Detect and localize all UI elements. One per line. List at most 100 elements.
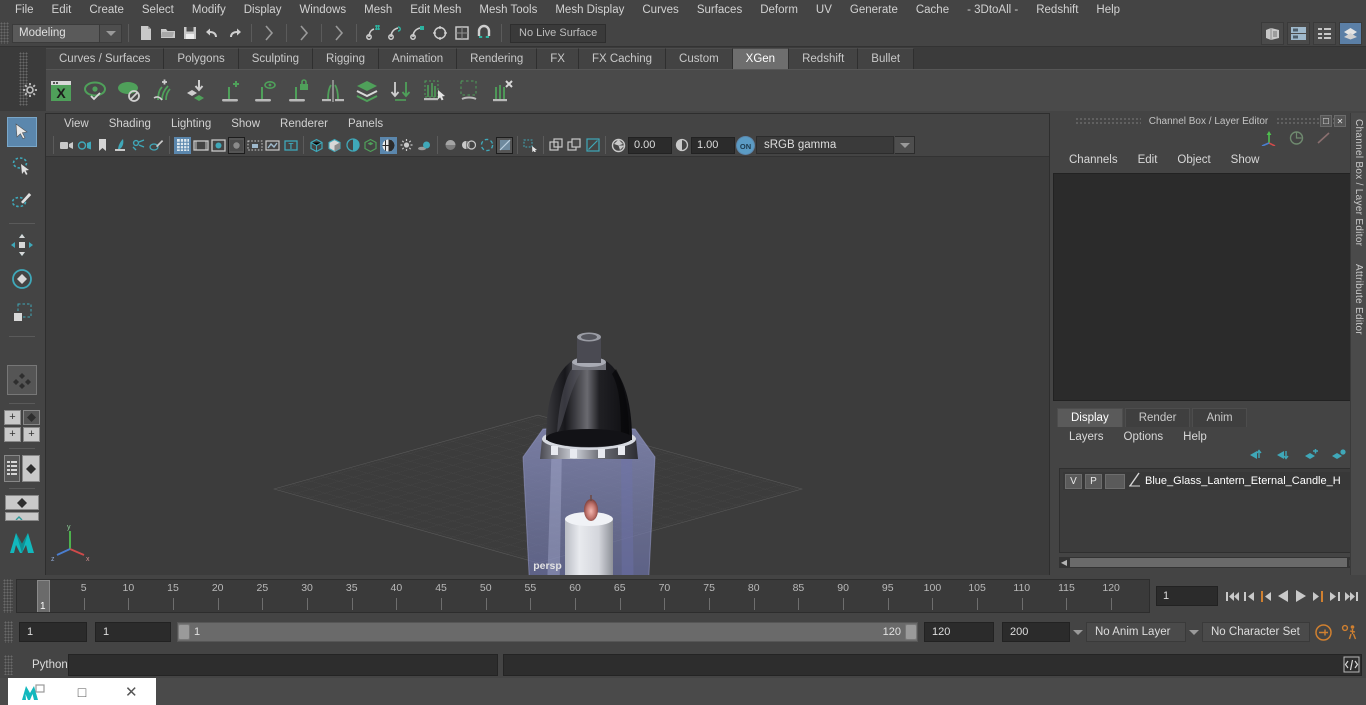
shelf-tab-bullet[interactable]: Bullet	[858, 48, 915, 69]
outliner-icon[interactable]	[1313, 22, 1336, 45]
new-scene-icon[interactable]	[135, 22, 157, 44]
grid-icon[interactable]	[174, 136, 191, 154]
move-layer-up-icon[interactable]	[1250, 448, 1265, 464]
menu-uv[interactable]: UV	[807, 0, 841, 20]
menu-edit-mesh[interactable]: Edit Mesh	[401, 0, 470, 20]
axis-orientation-icon[interactable]	[1260, 130, 1278, 149]
menu-deform[interactable]: Deform	[751, 0, 807, 20]
move-tool[interactable]	[7, 230, 37, 260]
select-by-component-icon[interactable]	[328, 22, 350, 44]
wireframe-icon[interactable]	[308, 137, 325, 154]
range-end-field[interactable]: 200	[1002, 622, 1070, 642]
character-set-dropdown-arrow[interactable]	[1186, 622, 1202, 642]
object-xray-icon[interactable]	[522, 137, 539, 154]
script-editor-icon[interactable]	[1343, 656, 1360, 676]
textured-icon[interactable]	[362, 137, 379, 154]
layout-quad-icon[interactable]	[7, 365, 37, 395]
shelf-tab-fx-caching[interactable]: FX Caching	[578, 48, 667, 69]
menu-curves[interactable]: Curves	[633, 0, 687, 20]
camera-attributes-icon[interactable]	[76, 137, 93, 154]
select-tool[interactable]	[7, 117, 37, 147]
layout-outliner-persp-icon[interactable]	[22, 455, 40, 482]
anim-end-field[interactable]: 120	[924, 622, 994, 642]
panel-copy-icon[interactable]	[548, 137, 565, 154]
shaded-wireframe-icon[interactable]	[344, 137, 361, 154]
layer-color-swatch[interactable]	[1105, 473, 1125, 489]
redo-icon[interactable]	[223, 22, 245, 44]
dock-grip[interactable]	[1074, 117, 1141, 125]
menu-3dtoall[interactable]: - 3DtoAll -	[958, 0, 1027, 20]
command-output[interactable]	[503, 654, 1362, 676]
preview-description-icon[interactable]	[250, 76, 280, 106]
scroll-thumb[interactable]	[1070, 558, 1347, 567]
viewport-menu-show[interactable]: Show	[221, 114, 270, 134]
shelf-tab-animation[interactable]: Animation	[379, 48, 458, 69]
lock-description-icon[interactable]	[284, 76, 314, 106]
ambient-occlusion-icon[interactable]	[442, 137, 459, 154]
transfer-attributes-icon[interactable]	[386, 76, 416, 106]
gamma-icon[interactable]	[673, 137, 690, 154]
undo-icon[interactable]	[201, 22, 223, 44]
xgen-editor-icon[interactable]: X	[46, 76, 76, 106]
menu-select[interactable]: Select	[133, 0, 183, 20]
current-time-indicator[interactable]: 1	[37, 580, 50, 612]
menu-windows[interactable]: Windows	[290, 0, 355, 20]
command-language-label[interactable]: Python	[16, 659, 68, 671]
shelf-tab-fx[interactable]: FX	[537, 48, 579, 69]
play-forwards-icon[interactable]	[1292, 585, 1309, 607]
magnet-icon[interactable]	[473, 22, 495, 44]
paint-select-tool[interactable]	[7, 185, 37, 215]
range-slider-track[interactable]: 1 120	[177, 622, 918, 642]
hypershade-icon[interactable]	[1287, 22, 1310, 45]
command-input[interactable]	[68, 654, 498, 676]
anim-layer-dropdown-arrow[interactable]	[1070, 622, 1086, 642]
step-forward-frame-icon[interactable]	[1309, 585, 1326, 607]
close-window-button[interactable]: ✕	[107, 683, 156, 701]
menu-mesh-display[interactable]: Mesh Display	[546, 0, 633, 20]
viewport-menu-renderer[interactable]: Renderer	[270, 114, 338, 134]
view-transform-dropdown-arrow[interactable]	[895, 136, 915, 154]
viewport-menu-view[interactable]: View	[54, 114, 99, 134]
shelf-options-gear-icon[interactable]	[22, 82, 38, 101]
go-to-start-icon[interactable]	[1224, 585, 1241, 607]
panel-tear-off-icon[interactable]	[566, 137, 583, 154]
gate-mask-icon[interactable]	[228, 136, 245, 154]
channel-box-list[interactable]	[1053, 173, 1358, 401]
snap-view-plane-icon[interactable]	[451, 22, 473, 44]
anim-layer-selector[interactable]: No Anim Layer	[1086, 622, 1186, 642]
use-default-lighting-icon[interactable]	[380, 136, 397, 154]
time-slider-track[interactable]: 1 5 10 15 20 25 30 35 40 45 50 55 60 65 70 75 80 85 90 95 1…	[16, 579, 1150, 613]
smooth-shade-icon[interactable]	[326, 137, 343, 154]
layout-add-pane-icon[interactable]: +	[4, 410, 21, 425]
channel-menu-edit[interactable]: Edit	[1128, 154, 1168, 166]
scroll-left-arrow[interactable]: ◀	[1059, 558, 1069, 567]
layer-menu-layers[interactable]: Layers	[1059, 431, 1114, 443]
vertical-tab-channel-box[interactable]: Channel Box / Layer Editor	[1353, 119, 1364, 246]
display-layer-list[interactable]: V P Blue_Glass_Lantern_Eternal_Candle_H	[1059, 468, 1358, 553]
motion-blur-icon[interactable]	[460, 137, 477, 154]
step-back-keyframe-icon[interactable]	[1241, 585, 1258, 607]
exposure-icon[interactable]	[610, 137, 627, 154]
live-surface-field[interactable]: No Live Surface	[510, 23, 607, 43]
maya-app-icon[interactable]	[8, 682, 57, 702]
attribute-editor-icon[interactable]	[1339, 22, 1362, 45]
range-start-handle[interactable]	[178, 624, 190, 640]
shelf-tab-curves-surfaces[interactable]: Curves / Surfaces	[46, 48, 165, 69]
restore-window-button[interactable]: □	[57, 684, 106, 700]
texture-borders-icon[interactable]: T	[282, 137, 299, 154]
new-layer-from-selected-icon[interactable]	[1331, 448, 1346, 464]
menu-generate[interactable]: Generate	[841, 0, 907, 20]
resolution-gate-icon[interactable]	[210, 137, 227, 154]
viewport-menu-shading[interactable]: Shading	[99, 114, 161, 134]
select-by-hierarchy-icon[interactable]	[258, 22, 280, 44]
snap-grid-icon[interactable]	[363, 22, 385, 44]
menu-mesh[interactable]: Mesh	[355, 0, 401, 20]
viewport-menu-panels[interactable]: Panels	[338, 114, 393, 134]
layout-graph-icon[interactable]	[5, 495, 39, 510]
range-slider-grip[interactable]	[4, 621, 13, 643]
tab-render[interactable]: Render	[1124, 408, 1191, 427]
layer-list-horizontal-scrollbar[interactable]: ◀ ▶	[1059, 557, 1358, 568]
vertical-tab-attribute-editor[interactable]: Attribute Editor	[1353, 264, 1364, 335]
layer-visibility-toggle[interactable]: V	[1065, 473, 1082, 489]
undock-icon[interactable]: ☐	[1320, 115, 1332, 127]
